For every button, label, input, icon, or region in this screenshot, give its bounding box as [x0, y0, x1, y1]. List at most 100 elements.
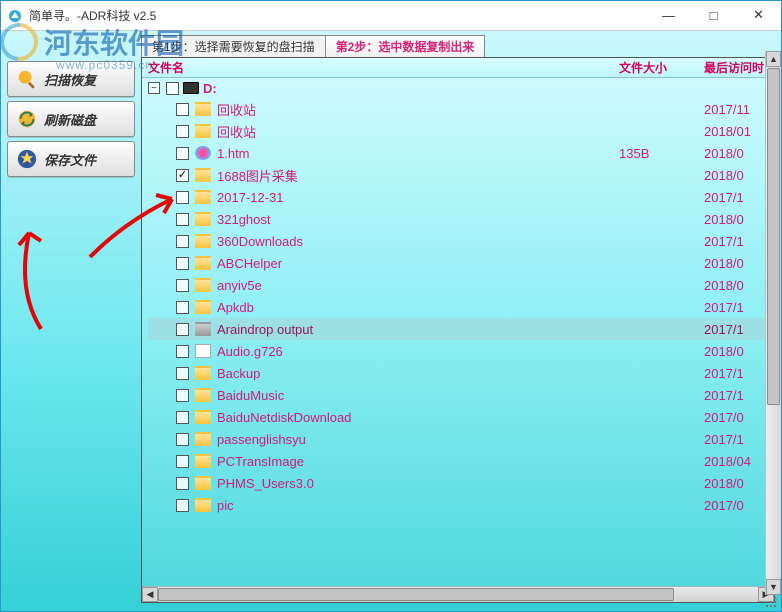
file-checkbox[interactable]: [176, 389, 189, 402]
column-lastaccess[interactable]: 最后访问时: [704, 59, 774, 76]
folder-icon: [195, 168, 211, 182]
file-checkbox[interactable]: [176, 455, 189, 468]
file-row[interactable]: 1688图片采集2018/0: [148, 164, 774, 186]
scroll-up-icon[interactable]: ▲: [766, 57, 775, 67]
file-date: 2018/0: [704, 168, 774, 183]
minimize-button[interactable]: —: [646, 1, 691, 29]
file-row[interactable]: Backup2017/1: [148, 362, 774, 384]
file-checkbox[interactable]: [176, 213, 189, 226]
close-button[interactable]: ✕: [736, 1, 781, 29]
file-date: 2018/0: [704, 146, 774, 161]
list-body[interactable]: − D: 回收站2017/11回收站2018/011.htm135B2018/0…: [142, 78, 774, 586]
file-row[interactable]: 1.htm135B2018/0: [148, 142, 774, 164]
file-row[interactable]: 321ghost2018/0: [148, 208, 774, 230]
file-checkbox[interactable]: [176, 411, 189, 424]
disk-icon: [183, 82, 199, 94]
file-name: BaiduMusic: [217, 388, 619, 403]
file-name: Apkdb: [217, 300, 619, 315]
maximize-button[interactable]: □: [691, 1, 736, 29]
file-row[interactable]: Apkdb2017/1: [148, 296, 774, 318]
scroll-down-icon[interactable]: ▼: [766, 579, 775, 595]
globe-refresh-icon: [16, 108, 38, 130]
file-checkbox[interactable]: [176, 301, 189, 314]
file-checkbox[interactable]: [176, 235, 189, 248]
file-date: 2017/1: [704, 322, 774, 337]
folder-icon: [195, 124, 211, 138]
folder-icon: [195, 256, 211, 270]
scan-recover-button[interactable]: 扫描恢复: [7, 61, 135, 97]
folder-icon: [195, 300, 211, 314]
file-row[interactable]: BaiduNetdiskDownload2017/0: [148, 406, 774, 428]
file-checkbox[interactable]: [176, 323, 189, 336]
folder-icon: [195, 498, 211, 512]
file-row[interactable]: pic2017/0: [148, 494, 774, 516]
file-date: 2017/0: [704, 410, 774, 425]
file-row[interactable]: BaiduMusic 2017/1: [148, 384, 774, 406]
file-checkbox[interactable]: [176, 477, 189, 490]
folder-icon: [195, 366, 211, 380]
file-row[interactable]: passenglishsyu2017/1: [148, 428, 774, 450]
collapse-toggle-icon[interactable]: −: [148, 82, 160, 94]
file-checkbox[interactable]: [176, 499, 189, 512]
list-header[interactable]: 文件名 文件大小 最后访问时: [142, 58, 774, 78]
folder-icon: [195, 476, 211, 490]
file-checkbox[interactable]: [176, 147, 189, 160]
scroll-left-icon[interactable]: ◀: [142, 587, 158, 602]
column-filesize[interactable]: 文件大小: [619, 59, 704, 76]
file-date: 2017/1: [704, 432, 774, 447]
file-row[interactable]: 回收站2018/01: [148, 120, 774, 142]
tab-step1[interactable]: 第1步：选择需要恢复的盘扫描: [141, 35, 326, 57]
file-name: 360Downloads: [217, 234, 619, 249]
column-filename[interactable]: 文件名: [148, 59, 619, 76]
file-row[interactable]: ABCHelper 2018/0: [148, 252, 774, 274]
drive-root-row[interactable]: − D:: [148, 78, 774, 98]
file-row[interactable]: 360Downloads2017/1: [148, 230, 774, 252]
file-row[interactable]: PHMS_Users3.02018/0: [148, 472, 774, 494]
file-row[interactable]: 回收站2017/11: [148, 98, 774, 120]
file-checkbox[interactable]: [176, 125, 189, 138]
file-name: 1.htm: [217, 146, 619, 161]
file-row[interactable]: Araindrop output 2017/1: [148, 318, 774, 340]
file-date: 2018/0: [704, 278, 774, 293]
file-checkbox[interactable]: [176, 367, 189, 380]
file-name: Audio.g726: [217, 344, 619, 359]
file-checkbox[interactable]: [176, 191, 189, 204]
file-checkbox[interactable]: [176, 103, 189, 116]
file-date: 2017/1: [704, 388, 774, 403]
client-area: 扫描恢复 刷新磁盘 保存文件 第1步：选择需要恢复的盘扫描 第2步：选中数据复制…: [1, 31, 781, 611]
app-icon: [7, 8, 23, 24]
file-date: 2018/0: [704, 344, 774, 359]
file-date: 2018/0: [704, 256, 774, 271]
file-name: ABCHelper: [217, 256, 619, 271]
file-checkbox[interactable]: [176, 345, 189, 358]
folder-icon: [195, 432, 211, 446]
vertical-scrollbar[interactable]: ▲ ▼: [765, 57, 775, 595]
horizontal-scrollbar[interactable]: ◀ ▶: [142, 586, 774, 602]
save-file-button[interactable]: 保存文件: [7, 141, 135, 177]
file-date: 2017/1: [704, 190, 774, 205]
file-date: 2018/04: [704, 454, 774, 469]
vscroll-thumb[interactable]: [767, 68, 775, 405]
resize-grip-icon[interactable]: [764, 594, 778, 608]
file-checkbox[interactable]: [176, 279, 189, 292]
file-name: 2017-12-31: [217, 190, 619, 205]
file-checkbox[interactable]: [176, 257, 189, 270]
file-row[interactable]: 2017-12-31 2017/1: [148, 186, 774, 208]
titlebar[interactable]: 简单寻。-ADR科技 v2.5 — □ ✕: [1, 1, 781, 31]
file-size: 135B: [619, 146, 704, 161]
file-date: 2018/0: [704, 476, 774, 491]
file-row[interactable]: anyiv5e 2018/0: [148, 274, 774, 296]
file-checkbox[interactable]: [176, 433, 189, 446]
step-tabs: 第1步：选择需要恢复的盘扫描 第2步：选中数据复制出来: [141, 35, 775, 57]
hscroll-track[interactable]: [158, 587, 758, 602]
file-name: Araindrop output: [217, 322, 619, 337]
refresh-disk-button[interactable]: 刷新磁盘: [7, 101, 135, 137]
file-name: anyiv5e: [217, 278, 619, 293]
drive-checkbox[interactable]: [166, 82, 179, 95]
hscroll-thumb[interactable]: [158, 588, 674, 601]
folder-icon: [195, 388, 211, 402]
file-row[interactable]: PCTransImage2018/04: [148, 450, 774, 472]
tab-step2[interactable]: 第2步：选中数据复制出来: [325, 35, 486, 57]
file-checkbox[interactable]: [176, 169, 189, 182]
file-row[interactable]: Audio.g726 2018/0: [148, 340, 774, 362]
